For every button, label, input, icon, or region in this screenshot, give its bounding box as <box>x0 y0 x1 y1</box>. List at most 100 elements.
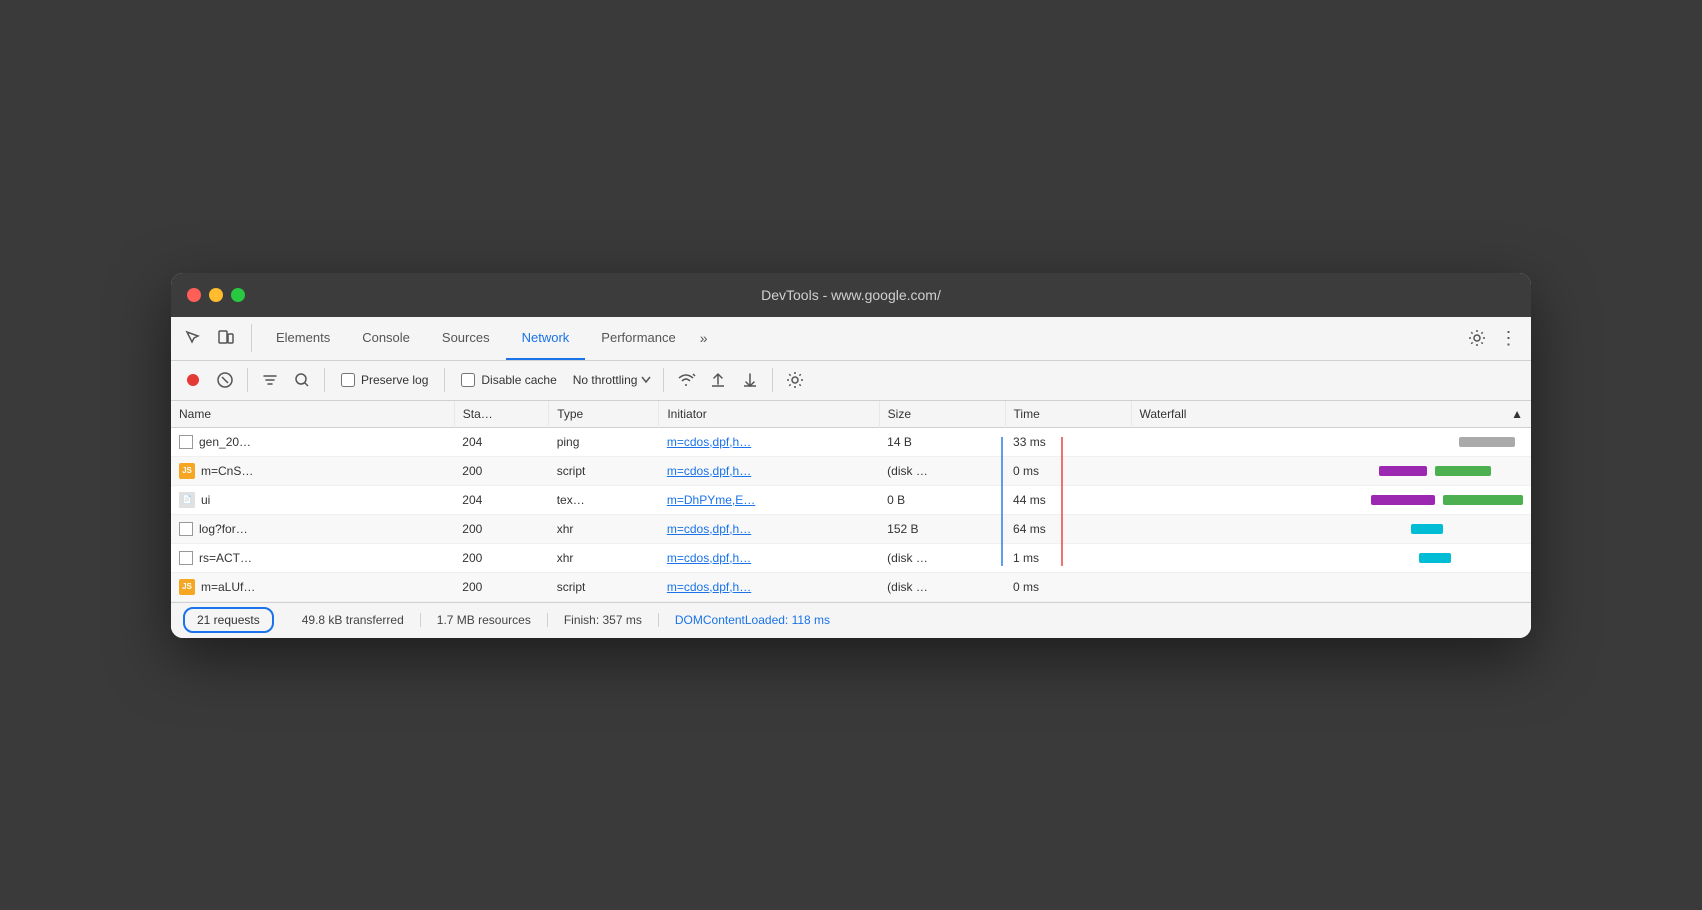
transferred-size: 49.8 kB transferred <box>286 613 421 627</box>
waterfall-bar <box>1443 495 1523 505</box>
waterfall-bar <box>1411 524 1443 534</box>
finish-time: Finish: 357 ms <box>548 613 659 627</box>
file-checkbox-icon <box>179 522 193 536</box>
more-icon[interactable]: ⋮ <box>1495 324 1523 352</box>
file-checkbox-icon <box>179 551 193 565</box>
table-header-row: Name Sta… Type Initiator Size Time Water… <box>171 401 1531 428</box>
col-waterfall[interactable]: Waterfall ▲ <box>1131 401 1531 428</box>
close-button[interactable] <box>187 288 201 302</box>
separator-1 <box>247 368 248 392</box>
cell-waterfall <box>1131 485 1531 514</box>
waterfall-bar <box>1459 437 1515 447</box>
col-name[interactable]: Name <box>171 401 454 428</box>
settings-icon[interactable] <box>1463 324 1491 352</box>
cell-initiator[interactable]: m=cdos,dpf,h… <box>659 543 879 572</box>
table-row[interactable]: JSm=aLUf…200scriptm=cdos,dpf,h…(disk …0 … <box>171 572 1531 601</box>
col-status[interactable]: Sta… <box>454 401 548 428</box>
doc-file-icon: 📄 <box>179 492 195 508</box>
cell-type: ping <box>549 427 659 456</box>
cell-name: JSm=CnS… <box>171 456 454 485</box>
network-settings-icon[interactable] <box>781 366 809 394</box>
tab-console[interactable]: Console <box>346 316 426 360</box>
filter-button[interactable] <box>256 366 284 394</box>
cell-name: log?for… <box>171 514 454 543</box>
network-table-container: Name Sta… Type Initiator Size Time Water… <box>171 401 1531 602</box>
cell-time: 1 ms <box>1005 543 1131 572</box>
tab-network[interactable]: Network <box>506 316 586 360</box>
disable-cache-checkbox[interactable]: Disable cache <box>461 373 556 387</box>
cell-initiator[interactable]: m=cdos,dpf,h… <box>659 514 879 543</box>
cell-size: 0 B <box>879 485 1005 514</box>
cell-waterfall <box>1131 543 1531 572</box>
record-button[interactable] <box>179 366 207 394</box>
clear-button[interactable] <box>211 366 239 394</box>
fullscreen-button[interactable] <box>231 288 245 302</box>
separator-4 <box>663 368 664 392</box>
cell-name: JSm=aLUf… <box>171 572 454 601</box>
cell-status: 204 <box>454 427 548 456</box>
throttle-dropdown-icon <box>641 376 651 384</box>
dom-content-loaded: DOMContentLoaded: 118 ms <box>659 613 830 627</box>
tab-tools <box>179 324 252 352</box>
cell-initiator[interactable]: m=cdos,dpf,h… <box>659 456 879 485</box>
cell-size: (disk … <box>879 572 1005 601</box>
requests-count: 21 requests <box>183 607 274 633</box>
sort-arrow-icon: ▲ <box>1511 407 1523 421</box>
cell-waterfall <box>1131 456 1531 485</box>
table-row[interactable]: rs=ACT…200xhrm=cdos,dpf,h…(disk …1 ms <box>171 543 1531 572</box>
cell-time: 64 ms <box>1005 514 1131 543</box>
cell-initiator[interactable]: m=cdos,dpf,h… <box>659 572 879 601</box>
import-har-icon[interactable] <box>704 366 732 394</box>
tab-more[interactable]: » <box>692 316 716 360</box>
throttle-group: No throttling <box>573 373 652 387</box>
inspect-icon[interactable] <box>179 324 207 352</box>
network-table: Name Sta… Type Initiator Size Time Water… <box>171 401 1531 602</box>
preserve-log-checkbox[interactable]: Preserve log <box>341 373 428 387</box>
table-row[interactable]: JSm=CnS…200scriptm=cdos,dpf,h…(disk …0 m… <box>171 456 1531 485</box>
cell-status: 200 <box>454 514 548 543</box>
tab-sources[interactable]: Sources <box>426 316 506 360</box>
cell-type: script <box>549 572 659 601</box>
cell-status: 200 <box>454 456 548 485</box>
cell-status: 204 <box>454 485 548 514</box>
col-initiator[interactable]: Initiator <box>659 401 879 428</box>
tab-elements[interactable]: Elements <box>260 316 346 360</box>
cell-initiator[interactable]: m=DhPYme,E… <box>659 485 879 514</box>
table-row[interactable]: 📄ui204tex…m=DhPYme,E…0 B44 ms <box>171 485 1531 514</box>
export-har-icon[interactable] <box>736 366 764 394</box>
titlebar: DevTools - www.google.com/ <box>171 273 1531 317</box>
cell-size: (disk … <box>879 456 1005 485</box>
tab-actions: ⋮ <box>1463 324 1523 352</box>
search-button[interactable] <box>288 366 316 394</box>
cell-time: 0 ms <box>1005 456 1131 485</box>
js-file-icon: JS <box>179 463 195 479</box>
cell-initiator[interactable]: m=cdos,dpf,h… <box>659 427 879 456</box>
traffic-lights <box>187 288 245 302</box>
cell-type: script <box>549 456 659 485</box>
waterfall-bar <box>1371 495 1435 505</box>
col-time[interactable]: Time <box>1005 401 1131 428</box>
cell-size: (disk … <box>879 543 1005 572</box>
tab-performance[interactable]: Performance <box>585 316 691 360</box>
device-icon[interactable] <box>211 324 239 352</box>
file-checkbox-icon <box>179 435 193 449</box>
cell-size: 14 B <box>879 427 1005 456</box>
tabs: Elements Console Sources Network Perform… <box>260 316 1463 360</box>
cell-time: 33 ms <box>1005 427 1131 456</box>
col-type[interactable]: Type <box>549 401 659 428</box>
devtools-window: DevTools - www.google.com/ <box>171 273 1531 638</box>
cell-waterfall <box>1131 427 1531 456</box>
table-row[interactable]: log?for…200xhrm=cdos,dpf,h…152 B64 ms <box>171 514 1531 543</box>
col-size[interactable]: Size <box>879 401 1005 428</box>
cell-type: tex… <box>549 485 659 514</box>
window-title: DevTools - www.google.com/ <box>761 287 941 303</box>
waterfall-bar <box>1435 466 1491 476</box>
cell-time: 0 ms <box>1005 572 1131 601</box>
network-conditions-icon[interactable] <box>672 366 700 394</box>
table-row[interactable]: gen_20…204pingm=cdos,dpf,h…14 B33 ms <box>171 427 1531 456</box>
cell-waterfall <box>1131 514 1531 543</box>
minimize-button[interactable] <box>209 288 223 302</box>
status-bar: 21 requests 49.8 kB transferred 1.7 MB r… <box>171 602 1531 638</box>
devtools-body: Elements Console Sources Network Perform… <box>171 317 1531 638</box>
network-toolbar: Preserve log Disable cache No throttling <box>171 361 1531 401</box>
